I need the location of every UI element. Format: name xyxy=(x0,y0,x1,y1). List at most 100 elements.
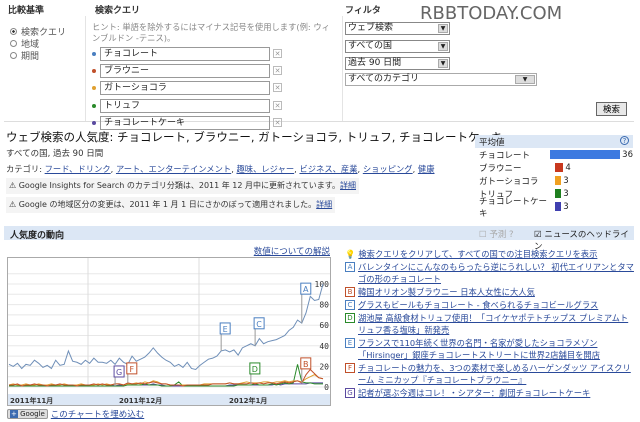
annotation-label: C xyxy=(256,320,262,329)
annotation-label: B xyxy=(303,360,309,369)
chevron-down-icon: ▼ xyxy=(515,75,535,84)
trend-header: 人気度の動向 ☐ 予測 ? ☑ ニュースのヘッドライン xyxy=(4,226,634,252)
watermark: RBBTODAY.COM xyxy=(420,3,563,24)
series-color-dot xyxy=(92,86,96,91)
search-type-select[interactable]: ウェブ検索 ▼ xyxy=(345,22,450,35)
y-tick-label: 0 xyxy=(324,383,329,392)
average-value: 3 xyxy=(563,175,569,186)
average-row: ガトーショコラ 3 xyxy=(479,174,633,187)
remove-query-icon[interactable]: ✕ xyxy=(273,83,282,93)
radio-period[interactable]: 期間 xyxy=(10,49,66,62)
news-key-badge: A xyxy=(345,262,355,272)
category-link[interactable]: アート、エンターテインメント xyxy=(116,164,231,174)
country-select[interactable]: すべての国 ▼ xyxy=(345,40,450,53)
category-link[interactable]: ショッピング xyxy=(363,164,413,174)
category-prefix: カテゴリ: xyxy=(6,164,42,174)
average-bar xyxy=(555,202,562,211)
query-row: チョコレート xyxy=(92,47,270,61)
news-list: 💡 検索クエリをクリアして、すべての国での注目検索クエリを表示 A バレンタインにこ… xyxy=(345,248,635,400)
clear-query-link[interactable]: 検索クエリをクリアして、すべての国での注目検索クエリを表示 xyxy=(358,248,597,260)
warning-icon: ⚠ xyxy=(9,200,17,209)
result-subtitle: すべての国, 過去 90 日間 xyxy=(6,149,104,159)
filter-header: フィルタ xyxy=(345,6,381,16)
select-value: ウェブ検索 xyxy=(348,23,394,33)
series-color-dot xyxy=(92,52,96,56)
warning-icon: ⚠ xyxy=(9,181,17,190)
google-logo: Google xyxy=(20,410,45,418)
help-icon[interactable]: ? xyxy=(509,230,514,240)
query-row: ブラウニー xyxy=(92,64,270,79)
series-color-dot xyxy=(92,69,96,74)
select-value: すべての国 xyxy=(348,41,393,51)
category-link[interactable]: ビジネス、産業 xyxy=(299,164,357,174)
query-input[interactable]: トリュフ xyxy=(100,98,270,113)
news-link[interactable]: バレンタインにこんなのもらったら逆にうれしい？ 初代エイリアンとタマゴの形のチョ… xyxy=(358,261,635,285)
average-value: 3 xyxy=(563,201,569,212)
averages-panel: 平均値? チョコレート 36 ブラウニー 4 ガトーショコラ 3 トリュフ 3 チョコレートケー… xyxy=(475,135,633,219)
average-value: 4 xyxy=(565,162,571,173)
news-key-badge: E xyxy=(345,338,355,348)
time-axis-bar xyxy=(8,394,330,405)
embed-chart-link[interactable]: このチャートを埋め込む xyxy=(51,408,144,420)
news-item: B 韓国オリオン製ブラウニー 日本人女性に大人気 xyxy=(345,286,635,298)
forecast-label: 予測 xyxy=(489,230,507,240)
news-link[interactable]: 湖池屋 高級食材トリュフ使用！「コイケヤポテトチップス プレミアムトリュフ香る塩… xyxy=(358,312,635,336)
news-key-badge: D xyxy=(345,313,355,323)
clear-query-row: 💡 検索クエリをクリアして、すべての国での注目検索クエリを表示 xyxy=(345,248,635,260)
averages-header: 平均値? xyxy=(475,135,633,148)
radio-region[interactable]: 地域 xyxy=(10,37,66,50)
x-tick-label: 2011年11月 xyxy=(10,396,53,405)
news-link[interactable]: グラスもビールもチョコレート - 食べられるチョコビールグラス xyxy=(358,299,598,311)
chevron-down-icon: ▼ xyxy=(438,59,448,68)
notice-category: ⚠ Google Insights for Search のカテゴリ分類は、20… xyxy=(6,178,359,194)
query-row: チョコレートケーキ xyxy=(92,115,270,130)
remove-query-icon[interactable]: ✕ xyxy=(273,66,282,76)
search-button[interactable]: 検索 xyxy=(596,102,627,116)
query-input[interactable]: チョコレートケーキ xyxy=(100,115,270,130)
compare-options: 検索クエリ 地域 期間 xyxy=(10,25,66,62)
y-tick-label: 80 xyxy=(319,301,329,310)
help-icon[interactable]: ? xyxy=(620,136,629,145)
radio-query[interactable]: 検索クエリ xyxy=(10,25,66,38)
radio-label: 期間 xyxy=(21,51,40,62)
average-bar xyxy=(555,176,562,185)
average-row: チョコレートケーキ 3 xyxy=(479,197,633,219)
period-select[interactable]: 過去 90 日間 ▼ xyxy=(345,57,450,70)
news-link[interactable]: チョコレートの魅力を、3つの素材で楽しめるハーゲンダッツ アイスクリーム ミニカ… xyxy=(358,362,635,386)
annotation-label: E xyxy=(223,325,228,334)
details-link[interactable]: 詳細 xyxy=(340,181,356,190)
average-name: チョコレート xyxy=(479,150,531,161)
y-tick-label: 20 xyxy=(319,362,329,371)
average-row: ブラウニー 4 xyxy=(479,161,633,174)
remove-query-icon[interactable]: ✕ xyxy=(273,49,282,58)
details-link[interactable]: 詳細 xyxy=(316,200,332,209)
news-key-badge: G xyxy=(345,388,355,398)
news-link[interactable]: 韓国オリオン製ブラウニー 日本人女性に大人気 xyxy=(358,286,535,298)
select-value: 過去 90 日間 xyxy=(348,58,402,68)
news-link[interactable]: 記者が選ぶ今週はコレ！・シアター：劇団チョコレートケーキ xyxy=(358,387,590,399)
query-input[interactable]: ブラウニー xyxy=(100,64,270,79)
query-input[interactable]: チョコレート xyxy=(100,47,270,61)
hint-text: ヒント: 単語を除外するにはマイナス記号を使用します(例: ウィンブルドン -テ… xyxy=(92,22,330,43)
remove-query-icon[interactable]: ✕ xyxy=(273,100,282,110)
query-header: 検索クエリ xyxy=(95,6,141,16)
news-item: C グラスもビールもチョコレート - 食べられるチョコビールグラス xyxy=(345,299,635,311)
lightbulb-icon: 💡 xyxy=(345,249,356,259)
remove-query-icon[interactable]: ✕ xyxy=(273,117,282,127)
category-select[interactable]: すべてのカテゴリ ▼ xyxy=(345,73,537,86)
query-input[interactable]: ガトーショコラ xyxy=(100,81,270,96)
google-embed-icon[interactable]: + Google xyxy=(7,409,48,419)
x-tick-label: 2011年12月 xyxy=(119,396,162,405)
trend-chart: 1008060402002011年11月 2011年12月 2012年1月G FECD… xyxy=(7,257,331,406)
category-link[interactable]: フード、ドリンク xyxy=(45,164,111,174)
category-line: カテゴリ: フード、ドリンク, アート、エンターテインメント, 趣味、レジャー,… xyxy=(6,164,435,174)
x-tick-label: 2012年1月 xyxy=(229,396,267,405)
category-link[interactable]: 趣味、レジャー xyxy=(236,164,294,174)
category-link[interactable]: 健康 xyxy=(418,164,435,174)
average-row: チョコレート 36 xyxy=(479,148,633,161)
news-item: A バレンタインにこんなのもらったら逆にうれしい？ 初代エイリアンとタマゴの形のチ… xyxy=(345,261,635,285)
explain-values-link[interactable]: 数値についての解説 xyxy=(254,245,330,257)
news-link[interactable]: フランスで110年続く世界の名門・名家が愛したショコラメゾン「Hirsinger… xyxy=(358,337,635,361)
forecast-checkbox[interactable]: ☐ 予測 ? xyxy=(479,228,514,240)
average-bar xyxy=(555,189,562,198)
